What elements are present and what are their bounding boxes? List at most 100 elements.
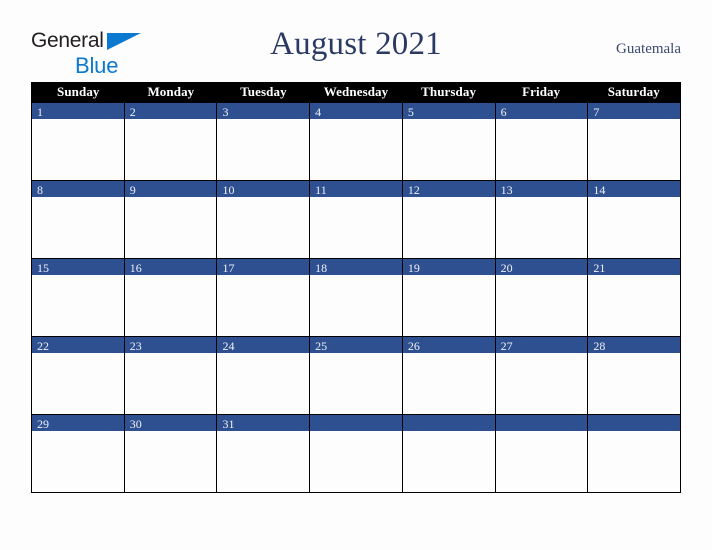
day-cell[interactable]: 19 (401, 259, 495, 336)
day-cell-empty[interactable] (309, 415, 402, 492)
day-cell[interactable]: 6 (494, 103, 588, 180)
day-number-band: 3 (217, 103, 310, 119)
day-number: 8 (37, 183, 43, 197)
day-event-area[interactable] (32, 197, 124, 257)
day-event-area[interactable] (310, 431, 402, 491)
day-event-area[interactable] (402, 353, 495, 413)
weekday-header-sunday: Sunday (57, 84, 100, 99)
day-cell[interactable]: 27 (494, 337, 588, 414)
day-number: 18 (315, 261, 328, 275)
day-event-area[interactable] (588, 197, 681, 257)
day-cell-empty[interactable] (494, 415, 588, 492)
day-cell[interactable]: 10 (216, 181, 310, 258)
day-event-area[interactable] (495, 275, 588, 335)
day-event-area[interactable] (495, 197, 588, 257)
day-event-area[interactable] (32, 119, 124, 179)
day-event-area[interactable] (124, 353, 217, 413)
day-event-area[interactable] (217, 275, 310, 335)
day-event-area[interactable] (217, 197, 310, 257)
day-cell[interactable]: 8 (32, 181, 124, 258)
day-cell[interactable]: 29 (32, 415, 124, 492)
day-cell[interactable]: 25 (309, 337, 402, 414)
day-number: 27 (500, 339, 513, 353)
day-number-band: 21 (588, 259, 681, 275)
day-cell[interactable]: 16 (123, 259, 217, 336)
day-event-area[interactable] (124, 119, 217, 179)
day-number-band: 10 (217, 181, 310, 197)
day-number: 22 (37, 339, 49, 353)
day-event-area[interactable] (124, 197, 217, 257)
day-event-area[interactable] (588, 353, 681, 413)
day-event-area[interactable] (32, 353, 124, 413)
day-cell[interactable]: 21 (587, 259, 681, 336)
day-event-area[interactable] (32, 431, 124, 491)
day-cell[interactable]: 30 (123, 415, 217, 492)
day-number-band: 23 (124, 337, 217, 353)
day-event-area[interactable] (310, 353, 402, 413)
day-number-band: 2 (124, 103, 217, 119)
day-cell[interactable]: 17 (216, 259, 310, 336)
day-number-band: 14 (588, 181, 681, 197)
weekday-header-thursday: Thursday (421, 84, 477, 99)
day-event-area[interactable] (402, 197, 495, 257)
day-cell[interactable]: 31 (216, 415, 310, 492)
day-cell[interactable]: 23 (123, 337, 217, 414)
day-number-band: 9 (124, 181, 217, 197)
day-cell[interactable]: 11 (309, 181, 402, 258)
day-event-area[interactable] (495, 119, 588, 179)
day-cell[interactable]: 24 (216, 337, 310, 414)
day-number: 11 (315, 183, 327, 197)
day-cell[interactable]: 22 (32, 337, 124, 414)
day-number-band: 4 (310, 103, 402, 119)
day-cell[interactable]: 13 (494, 181, 588, 258)
day-event-area[interactable] (495, 431, 588, 491)
day-event-area[interactable] (217, 119, 310, 179)
day-cell-empty[interactable] (587, 415, 681, 492)
day-number-band: 5 (402, 103, 495, 119)
day-event-area[interactable] (588, 275, 681, 335)
day-event-area[interactable] (310, 197, 402, 257)
day-cell[interactable]: 12 (401, 181, 495, 258)
day-cell-empty[interactable] (401, 415, 495, 492)
day-number: 19 (407, 261, 420, 275)
day-number-band (402, 415, 495, 431)
day-cell[interactable]: 7 (587, 103, 681, 180)
day-cell[interactable]: 20 (494, 259, 588, 336)
day-number: 7 (593, 105, 600, 119)
day-number: 29 (37, 417, 49, 431)
day-event-area[interactable] (124, 431, 217, 491)
day-event-area[interactable] (310, 275, 402, 335)
day-event-area[interactable] (217, 431, 310, 491)
day-cell[interactable]: 5 (401, 103, 495, 180)
day-number-band: 17 (217, 259, 310, 275)
day-cell[interactable]: 1 (32, 103, 124, 180)
day-number: 17 (222, 261, 235, 275)
day-number: 9 (129, 183, 136, 197)
day-cell[interactable]: 9 (123, 181, 217, 258)
day-number-band (588, 415, 681, 431)
day-cell[interactable]: 26 (401, 337, 495, 414)
day-number: 21 (593, 261, 606, 275)
day-event-area[interactable] (310, 119, 402, 179)
day-event-area[interactable] (495, 353, 588, 413)
day-event-area[interactable] (402, 431, 495, 491)
day-number: 5 (407, 105, 414, 119)
day-event-area[interactable] (217, 353, 310, 413)
week-row: 8 9 10 11 12 13 14 (32, 180, 681, 258)
calendar-page: General Blue August 2021 Guatemala Sunda… (0, 0, 712, 550)
day-event-area[interactable] (588, 431, 681, 491)
day-event-area[interactable] (124, 275, 217, 335)
day-cell[interactable]: 2 (123, 103, 217, 180)
day-cell[interactable]: 4 (309, 103, 402, 180)
day-number: 24 (222, 339, 235, 353)
day-event-area[interactable] (402, 275, 495, 335)
day-event-area[interactable] (402, 119, 495, 179)
day-number-band: 20 (495, 259, 588, 275)
day-event-area[interactable] (32, 275, 124, 335)
day-cell[interactable]: 15 (32, 259, 124, 336)
day-cell[interactable]: 3 (216, 103, 310, 180)
day-cell[interactable]: 14 (587, 181, 681, 258)
day-cell[interactable]: 28 (587, 337, 681, 414)
day-event-area[interactable] (588, 119, 681, 179)
day-cell[interactable]: 18 (309, 259, 402, 336)
